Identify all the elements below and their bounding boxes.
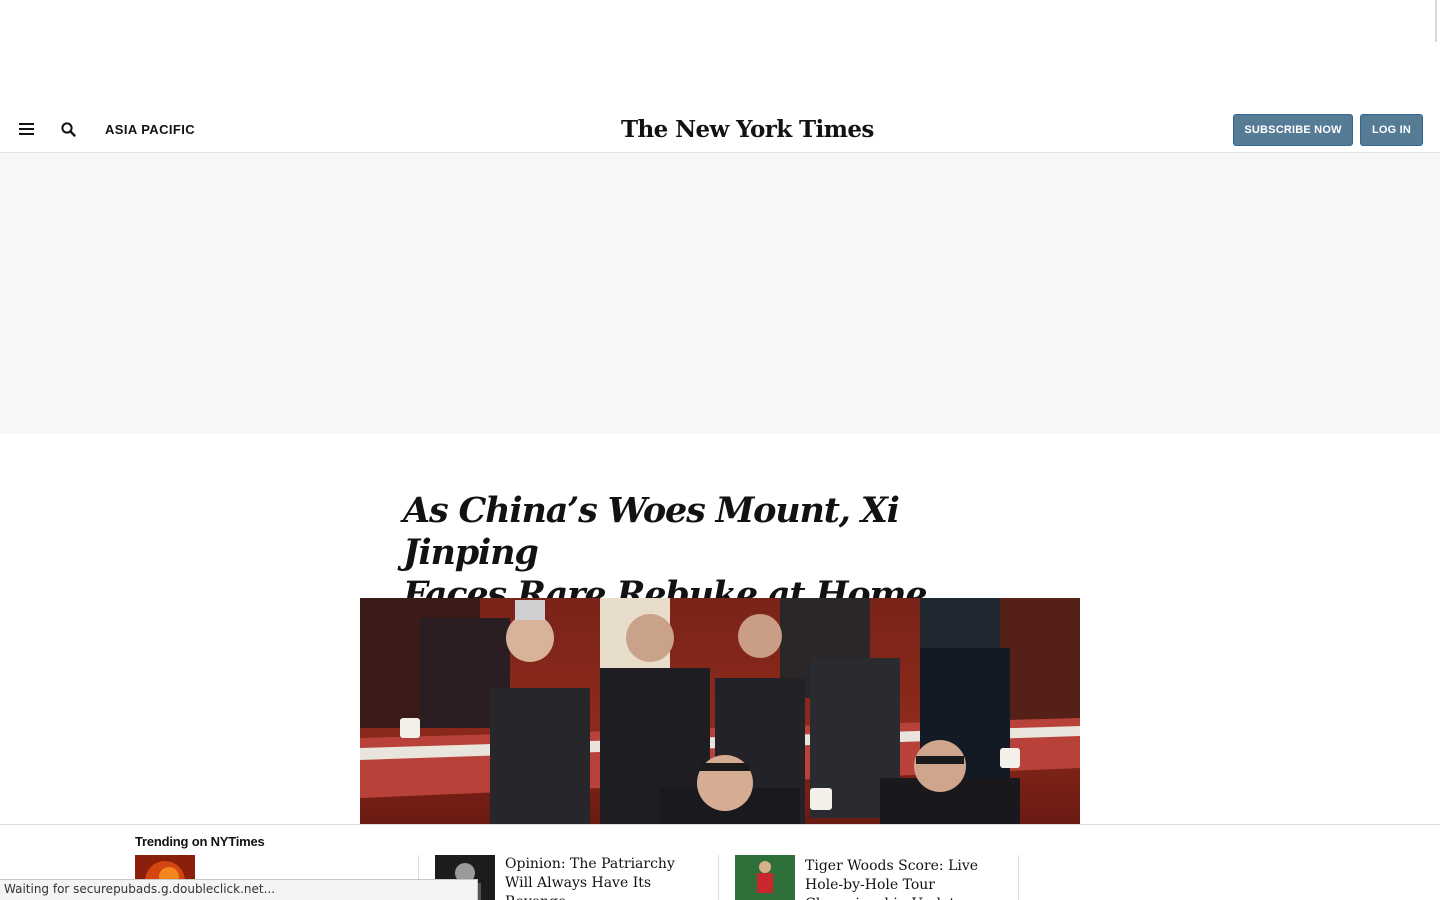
headline-line-1: As China’s Woes Mount, Xi Jinping: [403, 490, 900, 573]
article-photo[interactable]: [360, 598, 1080, 824]
nyt-logo[interactable]: The New York Times: [621, 116, 874, 143]
section-link[interactable]: ASIA PACIFIC: [105, 122, 195, 137]
trending-item[interactable]: Tiger Woods Score: Live Hole-by-Hole Tou…: [735, 855, 1015, 900]
search-icon[interactable]: [60, 121, 78, 139]
trending-text: Tiger Woods Score: Live Hole-by-Hole Tou…: [805, 858, 979, 900]
top-ad-slot: [0, 0, 1440, 108]
trending-divider: [1018, 855, 1019, 900]
masthead: ASIA PACIFIC The New York Times SUBSCRIB…: [0, 108, 1440, 153]
login-button[interactable]: LOG IN: [1360, 114, 1423, 146]
ad-band: [0, 153, 1440, 434]
scrollbar[interactable]: [1435, 0, 1437, 42]
trending-text: Opinion: The Patriarchy Will Always Have…: [505, 856, 675, 900]
menu-icon[interactable]: [19, 123, 35, 136]
trending-title: Trending on NYTimes: [135, 834, 265, 849]
browser-status-bar: Waiting for securepubads.g.doubleclick.n…: [0, 879, 478, 900]
trending-divider: [718, 855, 719, 900]
trending-thumbnail: [735, 855, 795, 900]
subscribe-button[interactable]: SUBSCRIBE NOW: [1233, 114, 1353, 146]
